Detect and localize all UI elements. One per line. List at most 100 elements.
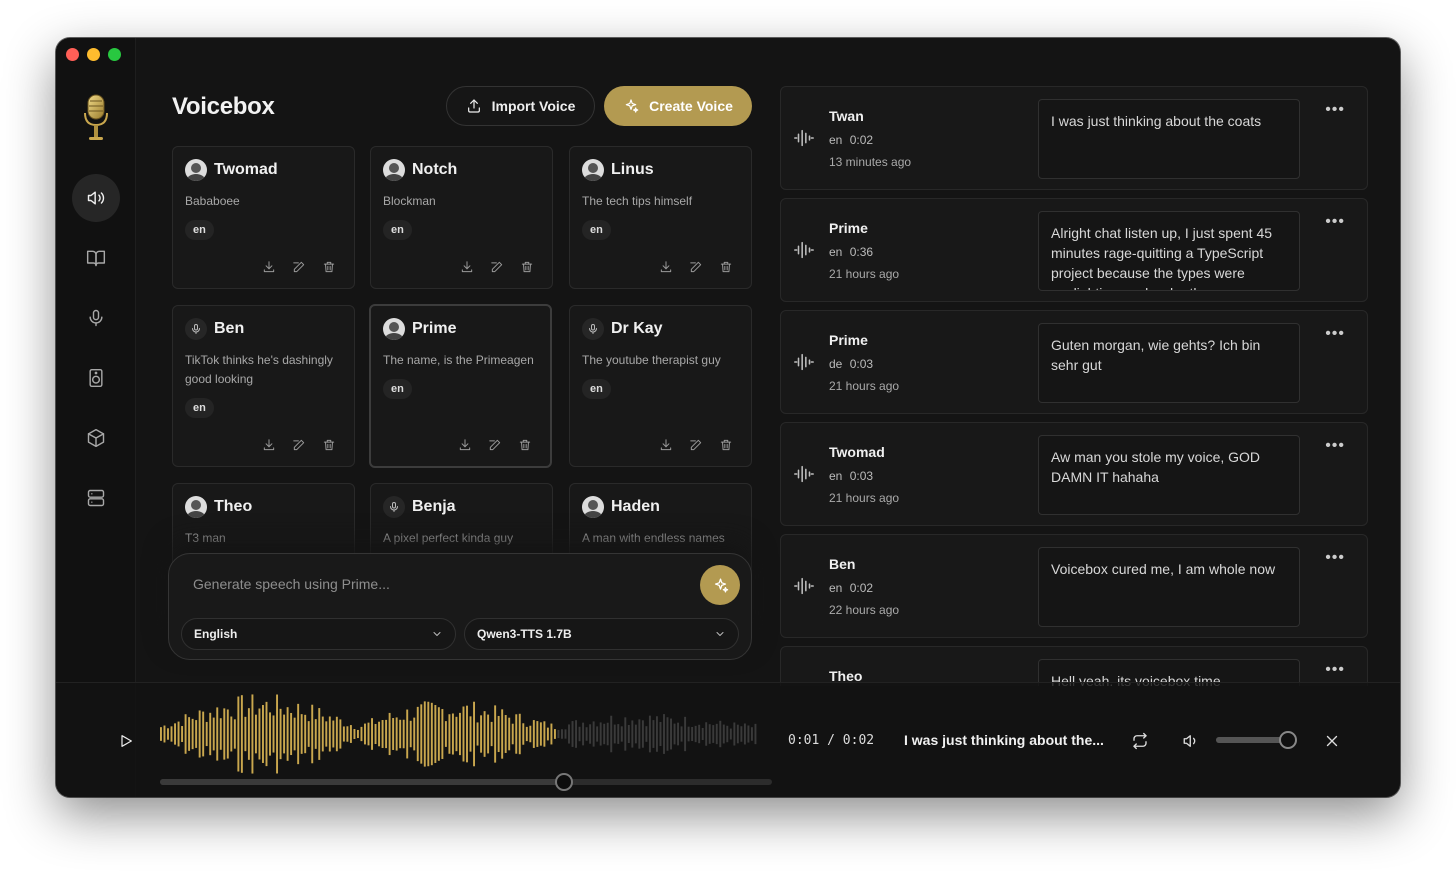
time-separator: /	[827, 733, 835, 748]
waveform-bar	[736, 724, 739, 744]
zoom-window-button[interactable]	[108, 48, 121, 61]
volume-slider-handle[interactable]	[1279, 731, 1297, 749]
download-icon[interactable]	[659, 260, 673, 274]
history-text[interactable]: Guten morgan, wie gehts? Ich bin sehr gu…	[1038, 323, 1300, 403]
waveform-bar	[430, 702, 433, 766]
waveform-bar	[160, 727, 162, 741]
waveform-bar	[677, 722, 680, 746]
trash-icon[interactable]	[518, 438, 532, 452]
voice-name: Theo	[214, 498, 253, 515]
voice-card[interactable]: Dr Kay The youtube therapist guy en	[569, 305, 752, 467]
history-duration: 0:03	[849, 469, 874, 483]
waveform-bar	[233, 719, 236, 749]
download-icon[interactable]	[262, 260, 276, 274]
voice-card[interactable]: Ben TikTok thinks he's dashingly good lo…	[172, 305, 355, 467]
waveform-bar	[687, 726, 690, 742]
model-select[interactable]: Qwen3-TTS 1.7B	[464, 618, 739, 650]
more-options-icon[interactable]: •••	[1325, 102, 1345, 118]
volume-button[interactable]	[1182, 732, 1200, 750]
audio-wave-icon	[793, 351, 815, 373]
generate-speech-input[interactable]	[193, 576, 673, 592]
waveform-bar	[297, 703, 300, 765]
waveform-bar	[374, 723, 377, 745]
voice-card[interactable]: Twomad Bababoee en	[172, 146, 355, 289]
history-item[interactable]: Ben en 0:02 22 hours ago Voicebox cured …	[780, 534, 1368, 638]
sidebar-item-voices[interactable]	[72, 174, 120, 222]
voice-card-selected[interactable]: Prime The name, is the Primeagen en	[369, 304, 552, 468]
edit-icon[interactable]	[689, 260, 703, 274]
waveform-bar	[212, 717, 215, 751]
history-item[interactable]: Prime en 0:36 21 hours ago Alright chat …	[780, 198, 1368, 302]
waveform-bar	[441, 709, 444, 759]
more-options-icon[interactable]: •••	[1325, 438, 1345, 454]
window-controls	[66, 48, 121, 61]
sidebar-item-audio[interactable]	[72, 354, 120, 402]
waveform-bar	[406, 709, 409, 759]
voice-description: T3 man	[185, 531, 226, 545]
minimize-window-button[interactable]	[87, 48, 100, 61]
repeat-button[interactable]	[1131, 732, 1149, 750]
edit-icon[interactable]	[292, 260, 306, 274]
history-text[interactable]: Alright chat listen up, I just spent 45 …	[1038, 211, 1300, 291]
download-icon[interactable]	[262, 438, 276, 452]
sidebar-item-server[interactable]	[72, 474, 120, 522]
sidebar-item-models[interactable]	[72, 414, 120, 462]
history-item[interactable]: Twan en 0:02 13 minutes ago I was just t…	[780, 86, 1368, 190]
history-timestamp: 21 hours ago	[829, 491, 900, 505]
waveform-bar	[353, 728, 356, 740]
voice-card[interactable]: Linus The tech tips himself en	[569, 146, 752, 289]
download-icon[interactable]	[458, 438, 472, 452]
voice-description: The tech tips himself	[582, 194, 693, 208]
edit-icon[interactable]	[689, 438, 703, 452]
generate-button[interactable]	[700, 565, 740, 605]
waveform-bar	[198, 710, 201, 758]
more-options-icon[interactable]: •••	[1325, 326, 1345, 342]
sidebar-item-stories[interactable]	[72, 234, 120, 282]
audio-waveform[interactable]	[160, 693, 758, 775]
waveform-bar	[364, 723, 366, 745]
waveform-bar	[279, 708, 282, 760]
waveform-bar	[177, 721, 180, 747]
playback-scrubber-handle[interactable]	[554, 773, 573, 791]
trash-icon[interactable]	[719, 438, 733, 452]
history-text[interactable]: I was just thinking about the coats	[1038, 99, 1300, 179]
close-player-button[interactable]	[1323, 732, 1341, 750]
close-window-button[interactable]	[66, 48, 79, 61]
history-item[interactable]: Prime de 0:03 21 hours ago Guten morgan,…	[780, 310, 1368, 414]
waveform-bar	[596, 726, 599, 742]
import-voice-button[interactable]: Import Voice	[446, 86, 595, 126]
download-icon[interactable]	[659, 438, 673, 452]
history-item[interactable]: Twomad en 0:03 21 hours ago Aw man you s…	[780, 422, 1368, 526]
more-options-icon[interactable]: •••	[1325, 214, 1345, 230]
waveform-bar	[378, 721, 381, 747]
history-timestamp: 21 hours ago	[829, 379, 900, 393]
edit-icon[interactable]	[488, 438, 502, 452]
more-options-icon[interactable]: •••	[1325, 662, 1345, 678]
edit-icon[interactable]	[292, 438, 306, 452]
create-voice-button[interactable]: Create Voice	[604, 86, 752, 126]
more-options-icon[interactable]: •••	[1325, 550, 1345, 566]
trash-icon[interactable]	[719, 260, 733, 274]
voice-name: Prime	[412, 320, 457, 337]
edit-icon[interactable]	[490, 260, 504, 274]
history-text[interactable]: Voicebox cured me, I am whole now	[1038, 547, 1300, 627]
sidebar-item-record[interactable]	[72, 294, 120, 342]
play-button[interactable]	[118, 733, 134, 749]
history-item[interactable]: Theo Hell yeah, its voicebox time •••	[780, 646, 1368, 686]
volume-slider[interactable]	[1216, 731, 1297, 749]
playback-progress-bar[interactable]	[160, 773, 772, 791]
trash-icon[interactable]	[322, 438, 336, 452]
history-meta: en 0:02	[829, 133, 873, 147]
waveform-bar	[494, 705, 497, 763]
voice-card[interactable]: Notch Blockman en	[370, 146, 553, 289]
waveform-bar	[195, 720, 198, 748]
history-duration: 0:36	[849, 245, 874, 259]
trash-icon[interactable]	[520, 260, 534, 274]
waveform-bar	[265, 701, 268, 767]
waveform-bar	[659, 721, 662, 747]
history-text[interactable]: Aw man you stole my voice, GOD DAMN IT h…	[1038, 435, 1300, 515]
language-select[interactable]: English	[181, 618, 456, 650]
trash-icon[interactable]	[322, 260, 336, 274]
waveform-bar	[684, 716, 687, 752]
download-icon[interactable]	[460, 260, 474, 274]
